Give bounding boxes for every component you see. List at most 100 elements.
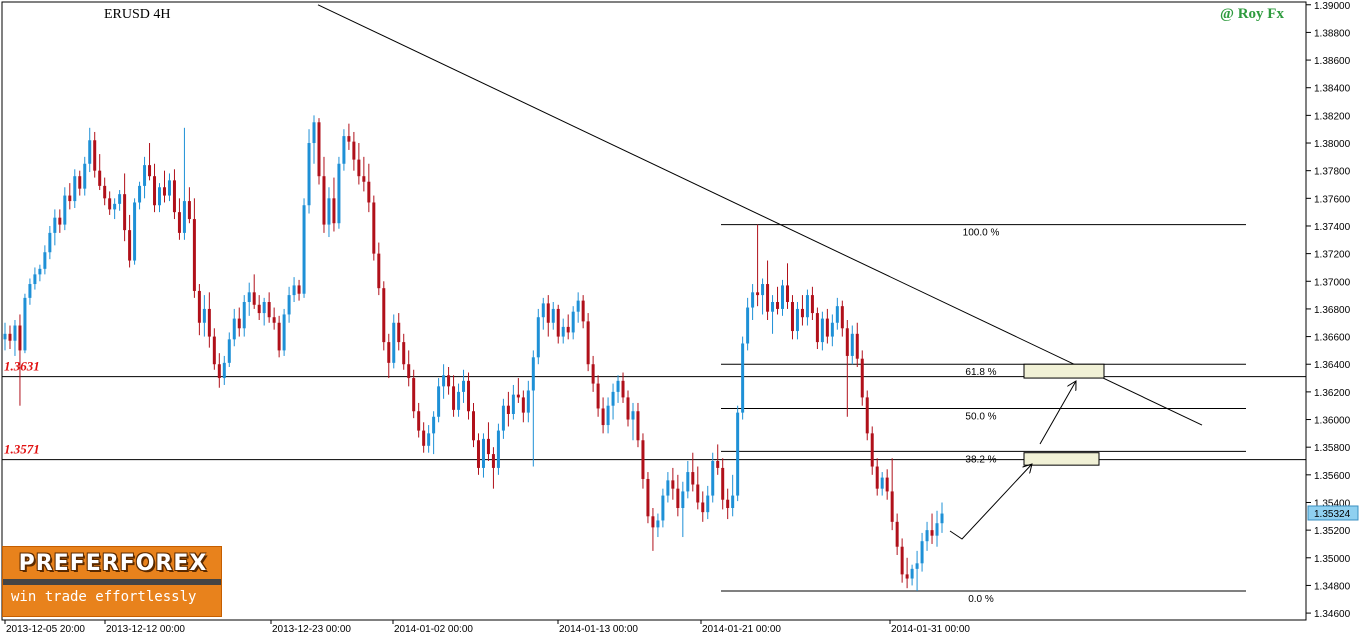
candle-body [103, 185, 107, 199]
candle-body [591, 364, 595, 384]
candle-body [182, 201, 186, 233]
candle-body [362, 176, 366, 182]
candle [586, 313, 590, 372]
candle [546, 295, 550, 337]
candle-body [432, 416, 436, 434]
candle-body [53, 217, 57, 233]
candle [865, 390, 869, 441]
trendline[interactable] [317, 4, 1203, 426]
projection-arrow[interactable] [1039, 381, 1076, 445]
candle [292, 277, 296, 303]
candle-body [262, 302, 266, 314]
fibonacci-retracement[interactable]: 100.0 % 61.8 % 50.0 % 38.2 % 0.0 % [721, 224, 1246, 605]
candle [337, 156, 341, 229]
candle [691, 452, 695, 492]
candle [462, 369, 466, 403]
y-tick-label: 1.35800 [1314, 443, 1351, 454]
candle [242, 295, 246, 337]
candle-body [148, 165, 152, 177]
candle [103, 177, 107, 206]
candle-body [696, 484, 700, 503]
candle-body [691, 472, 695, 485]
candle [521, 390, 525, 423]
candle [232, 308, 236, 347]
candle [247, 282, 251, 316]
candle-body [586, 321, 590, 365]
candle [177, 198, 181, 240]
candle-body [566, 326, 570, 333]
candle-body [551, 308, 555, 323]
horizontal-levels[interactable]: 1.3631 1.3571 [2, 359, 1306, 461]
candle-body [153, 176, 157, 206]
candle-body [800, 308, 804, 318]
candle [481, 433, 485, 478]
candle-body [452, 386, 456, 410]
candle-body [810, 295, 814, 314]
candle [133, 198, 137, 265]
candle-body [33, 274, 37, 285]
candle-body [202, 308, 206, 323]
candle [143, 156, 147, 199]
target-zone[interactable] [1023, 363, 1105, 379]
candle-body [716, 461, 720, 468]
candle-body [217, 364, 221, 379]
candle [352, 131, 356, 171]
y-tick-label: 1.37600 [1314, 194, 1351, 205]
candle-body [417, 411, 421, 431]
candle [167, 173, 171, 202]
candle [761, 278, 765, 315]
candle-body [192, 219, 196, 291]
candle-body [38, 268, 42, 275]
candle [591, 355, 595, 392]
candle [771, 295, 775, 334]
candle [88, 127, 92, 173]
candle [402, 333, 406, 370]
candle [387, 333, 391, 379]
candle [581, 295, 585, 329]
y-tick-label: 1.36200 [1314, 388, 1351, 399]
price-chart: 1.39000 1.38800 1.38600 1.38400 1.38200 1.380… [1, 1, 1359, 635]
candle [347, 123, 351, 150]
target-zone[interactable] [1023, 452, 1100, 466]
candle-body [327, 198, 331, 225]
chart-drawings[interactable]: 1.35324 [317, 4, 1359, 540]
candle [800, 295, 804, 326]
candle-body [910, 568, 914, 579]
candle [820, 311, 824, 351]
candle [556, 304, 560, 344]
candle [631, 402, 635, 441]
candle-body [626, 397, 630, 420]
candle [601, 397, 605, 434]
candle-body [671, 480, 675, 489]
candle [187, 187, 191, 224]
candle-body [771, 302, 775, 312]
x-tick-label: 2014-01-31 00:00 [891, 624, 970, 635]
candle-body [905, 574, 909, 579]
candle-body [721, 467, 725, 500]
candle [272, 307, 276, 330]
time-axis: 2013-12-05 20:00 2013-12-12 00:00 2013-12-… [4, 620, 970, 635]
author-watermark: @ Roy Fx [1220, 6, 1284, 22]
candle [427, 425, 431, 453]
candle [98, 154, 102, 191]
projection-arrow[interactable] [949, 464, 1032, 540]
y-tick-label: 1.36400 [1314, 360, 1351, 371]
candle [472, 402, 475, 448]
candle [43, 245, 47, 275]
candle [606, 397, 610, 434]
candle-body [661, 495, 665, 521]
candle-body [616, 380, 620, 392]
candle-body [73, 176, 77, 202]
candle-body [357, 159, 361, 177]
candle [452, 375, 456, 417]
candle [422, 422, 426, 453]
candle-body [207, 308, 211, 337]
y-tick-label: 1.34800 [1314, 581, 1351, 592]
fib-level-label: 50.0 % [965, 411, 996, 422]
candle-body [123, 194, 127, 231]
candle [860, 350, 864, 406]
candle [38, 264, 42, 282]
price-level-label: 1.3571 [4, 442, 40, 457]
candle-body [93, 140, 97, 171]
candle-body [187, 201, 191, 220]
